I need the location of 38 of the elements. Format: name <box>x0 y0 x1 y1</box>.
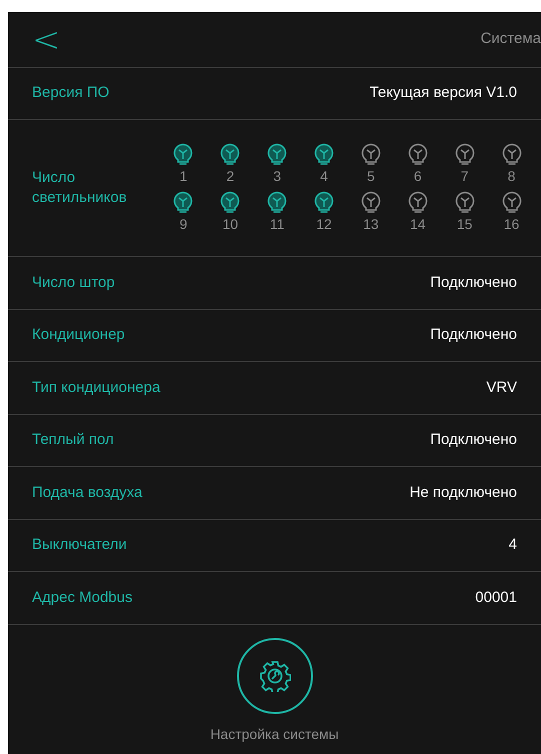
light-number: 14 <box>410 215 426 233</box>
setting-label: Теплый пол <box>32 430 114 450</box>
setting-label: Выключатели <box>32 535 127 555</box>
light-number: 12 <box>316 215 332 233</box>
system-settings-button[interactable] <box>236 638 312 714</box>
light-number: 6 <box>414 167 422 185</box>
system-settings-label: Настройка системы <box>210 724 339 744</box>
light-number: 5 <box>367 167 375 185</box>
back-button[interactable]: < <box>32 22 60 56</box>
setting-value: VRV <box>486 378 517 398</box>
page-title: Система <box>480 29 541 50</box>
light-number: 11 <box>270 215 284 233</box>
light-number: 1 <box>180 167 188 185</box>
setting-value: Подключено <box>430 272 517 292</box>
setting-value: Подключено <box>430 325 517 345</box>
setting-label: Число светильников <box>32 168 128 208</box>
setting-label: Подача воздуха <box>32 482 142 502</box>
light-number: 2 <box>226 167 234 185</box>
setting-value: Подключено <box>430 430 517 450</box>
light-number: 7 <box>460 167 469 185</box>
setting-label: Число штор <box>32 272 115 292</box>
gear-wrench-icon <box>258 660 290 692</box>
light-number: 16 <box>504 215 520 233</box>
setting-label: Адрес Modbus <box>32 588 132 608</box>
light-number: 3 <box>273 167 282 185</box>
light-number: 10 <box>222 215 238 233</box>
setting-value: 00001 <box>475 588 517 608</box>
setting-value: Текущая версия V1.0 <box>370 83 517 104</box>
setting-label: Версия ПО <box>32 83 110 104</box>
setting-label: Тип кондиционера <box>32 378 160 398</box>
setting-label: Кондиционер <box>32 325 125 345</box>
light-number: 13 <box>363 215 379 233</box>
light-number: 8 <box>508 167 516 185</box>
setting-value: Не подключено <box>410 482 517 502</box>
light-number: 9 <box>180 215 188 233</box>
light-number: 4 <box>320 167 328 185</box>
setting-value: 4 <box>508 535 517 555</box>
light-number: 15 <box>456 215 472 233</box>
